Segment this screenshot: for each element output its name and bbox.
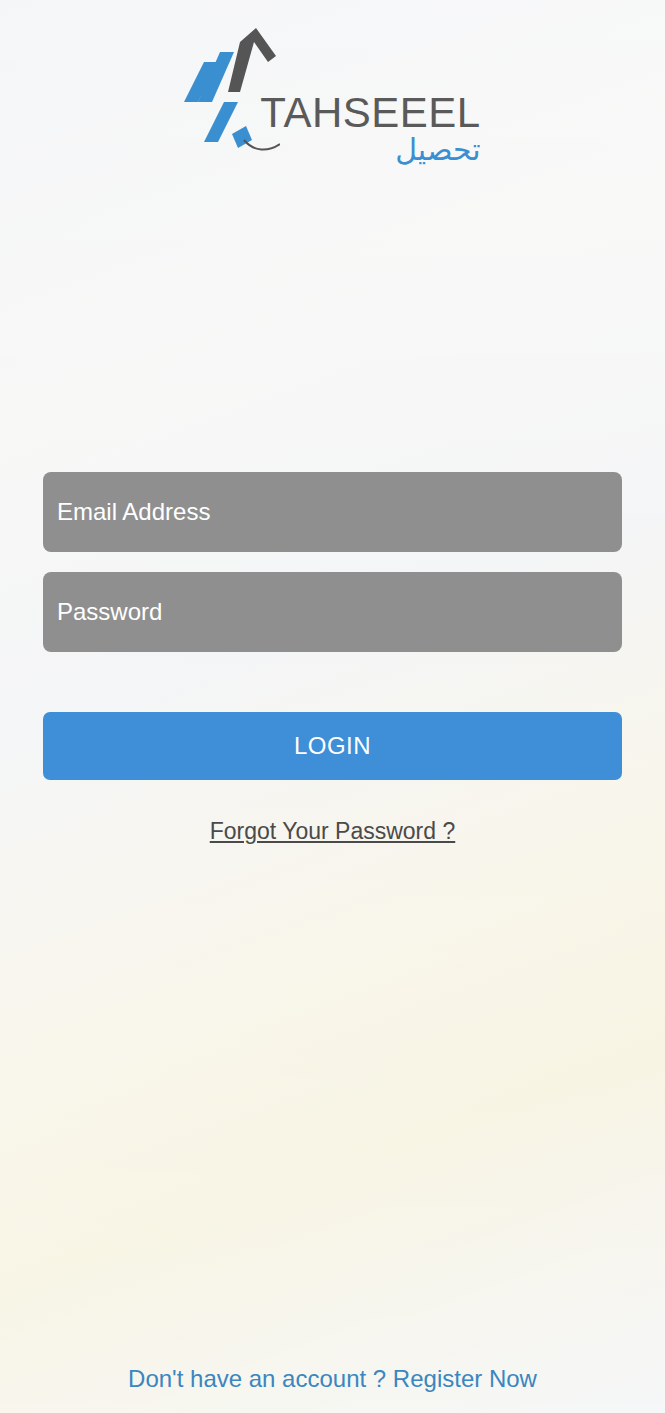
- logo-area: TAHSEEELتحصيل: [0, 0, 665, 172]
- logo-title: TAHSEEEL: [260, 90, 480, 136]
- password-input[interactable]: [43, 572, 622, 652]
- app-logo: TAHSEEELتحصيل: [184, 22, 480, 172]
- logo-arabic: تحصيل: [395, 132, 481, 168]
- register-prompt: Don't have an account ? Register Now: [0, 1361, 665, 1413]
- logo-texts: TAHSEEELتحصيل: [260, 22, 480, 168]
- register-link[interactable]: Register Now: [393, 1365, 537, 1392]
- login-button[interactable]: LOGIN: [43, 712, 622, 780]
- forgot-password-link[interactable]: Forgot Your Password ?: [210, 814, 455, 849]
- login-form: LOGIN Forgot Your Password ?: [0, 472, 665, 849]
- spacer: [0, 849, 665, 1362]
- email-input[interactable]: [43, 472, 622, 552]
- login-screen: TAHSEEELتحصيل LOGIN Forgot Your Password ?…: [0, 0, 665, 1413]
- register-question: Don't have an account ?: [128, 1365, 386, 1392]
